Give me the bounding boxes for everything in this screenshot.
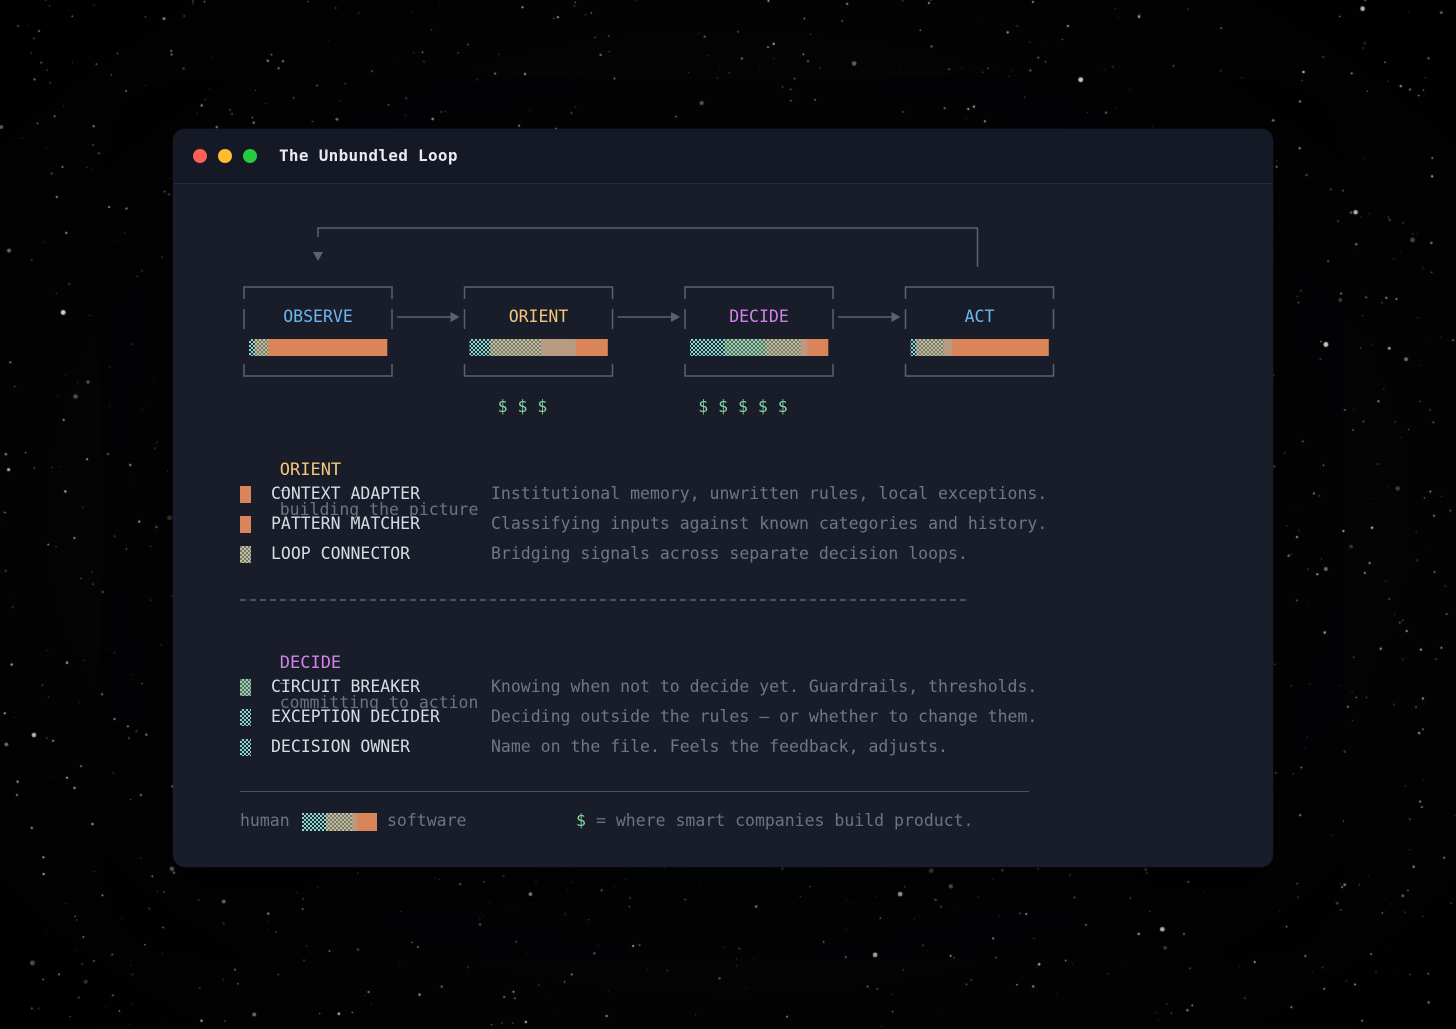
stage-observe-bar-human: [249, 339, 255, 356]
stage-decide-frame: [684, 286, 834, 377]
orient-item-description: Institutional memory, unwritten rules, l…: [491, 484, 1048, 503]
legend-cost-symbol: $: [576, 811, 586, 830]
legend-swatch-icon: [240, 486, 251, 503]
stage-act-label: ACT: [965, 307, 995, 326]
legend-human-label: human: [240, 811, 290, 830]
stage-act: ACT: [904, 286, 1055, 377]
stage-decide-cost: $ $ $ $ $: [698, 397, 787, 416]
feedback-loop-connector: [313, 227, 979, 267]
stage-decide-bar-mostly: [724, 339, 767, 356]
orient-item-description: Classifying inputs against known categor…: [491, 514, 1048, 533]
stage-act-bar-software: [951, 339, 1049, 356]
orient-item-name: CONTEXT ADAPTER: [271, 484, 421, 503]
legend-swatch-icon: [240, 679, 251, 696]
legend-divider: [240, 791, 1029, 792]
stage-decide-label: DECIDE: [729, 307, 789, 326]
stage-orient-bar-human: [469, 339, 491, 356]
stage-observe-label: OBSERVE: [283, 307, 353, 326]
stage-decide-bar-software: [807, 339, 829, 356]
stage-orient-bar-blend: [541, 339, 577, 356]
stage-decide-bar-blend: [800, 339, 808, 356]
stage-decide-bar-mix: [765, 339, 801, 356]
legend-swatch-icon: [240, 709, 251, 726]
legend-swatch-icon: [240, 546, 251, 563]
stage-act-bar-mix: [916, 339, 944, 356]
stage-boxes: OBSERVE ORIENT $ $ $ DECIDE $ $ $ $ $ ACT: [243, 286, 1055, 416]
section-divider: [240, 599, 966, 601]
stage-observe-bar-mix: [254, 339, 269, 356]
decide-item-name: DECISION OWNER: [271, 737, 411, 756]
stage-observe-frame: [243, 286, 393, 377]
decide-item-description: Deciding outside the rules — or whether …: [491, 707, 1038, 726]
stage-decide: DECIDE $ $ $ $ $: [684, 286, 834, 416]
orient-section-name: ORIENT: [279, 460, 342, 480]
decide-item-name: EXCEPTION DECIDER: [271, 707, 440, 726]
decide-item-description: Name on the file. Feels the feedback, ad…: [491, 737, 948, 756]
stage-orient-bar-mix: [490, 339, 542, 356]
legend-swatch-icon: [240, 739, 251, 756]
legend-cost-note: = where smart companies build product.: [596, 811, 974, 830]
orient-item-description: Bridging signals across separate decisio…: [491, 544, 968, 563]
stage-decide-bar-human: [690, 339, 725, 356]
decide-item-name: CIRCUIT BREAKER: [271, 677, 421, 696]
stage-orient: ORIENT $ $ $: [463, 286, 614, 416]
legend-gradient-bar: [302, 813, 377, 831]
orient-item-name: LOOP CONNECTOR: [271, 544, 411, 563]
stage-act-frame: [904, 286, 1055, 377]
stage-orient-bar-software: [575, 339, 608, 356]
stage-act-bar-blend: [943, 339, 953, 356]
decide-section-name: DECIDE: [279, 653, 342, 673]
decide-item-description: Knowing when not to decide yet. Guardrai…: [491, 677, 1038, 696]
stage-act-bar-human: [910, 339, 917, 356]
stage-observe: OBSERVE: [243, 286, 393, 377]
flow-arrowhead-3: [891, 312, 901, 322]
feedback-loop-arrowhead: [313, 252, 323, 261]
orient-item-name: PATTERN MATCHER: [271, 514, 421, 533]
flow-arrowhead-1: [450, 312, 460, 322]
feedback-loop-line: [317, 227, 979, 267]
legend-swatch-icon: [240, 516, 251, 533]
stage-orient-cost: $ $ $: [498, 397, 548, 416]
app-window: The Unbundled Loop OBSERVE ORIENT $ $ $ DEC…: [173, 129, 1273, 867]
legend-software-label: software: [387, 811, 467, 830]
stage-orient-frame: [463, 286, 614, 377]
stage-orient-label: ORIENT: [509, 307, 569, 326]
stage-observe-bar-software: [268, 339, 388, 356]
flow-arrowhead-2: [671, 312, 680, 322]
